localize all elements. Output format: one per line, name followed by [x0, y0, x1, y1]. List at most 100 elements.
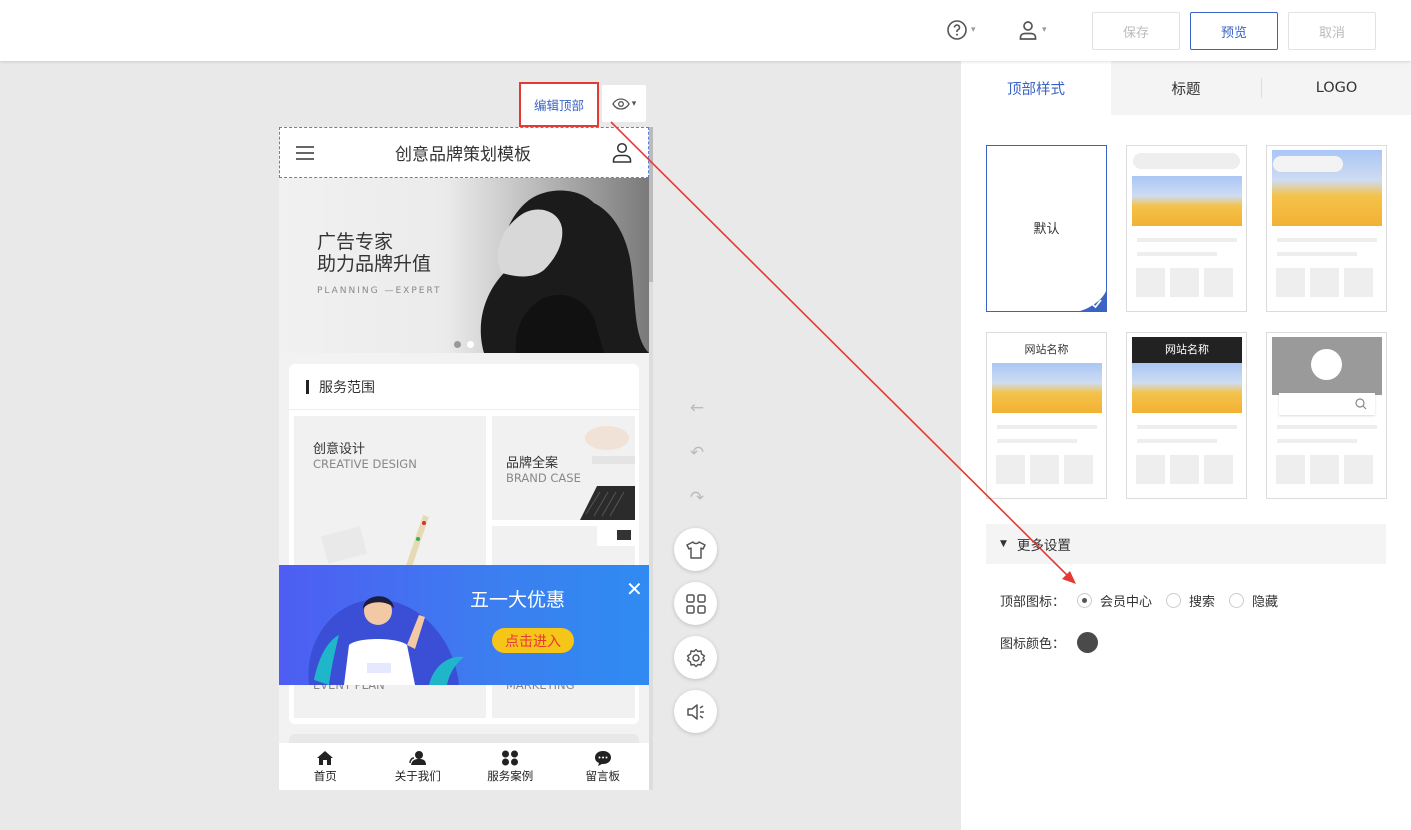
mini-box — [996, 455, 1025, 484]
question-circle-icon — [946, 19, 968, 41]
mini-box — [1344, 455, 1373, 484]
tab-header-style[interactable]: 顶部样式 — [961, 61, 1111, 115]
preview-button[interactable]: 预览 — [1190, 12, 1278, 50]
mini-line — [1277, 238, 1377, 242]
save-button[interactable]: 保存 — [1092, 12, 1180, 50]
hero-banner[interactable]: 广告专家 助力品牌升值 PLANNING —EXPERT — [279, 178, 649, 353]
mini-search-bar — [1273, 156, 1343, 172]
nav-label: 服务案例 — [487, 768, 534, 783]
banner-line-2: 助力品牌升值 — [317, 253, 432, 275]
mini-search-bar — [1279, 393, 1375, 415]
style-label: 默认 — [1033, 222, 1060, 237]
shirt-icon — [685, 540, 706, 559]
promo-illustration — [308, 596, 464, 685]
nav-cases[interactable]: 服务案例 — [464, 743, 557, 790]
modules-button[interactable] — [674, 582, 717, 625]
nav-home[interactable]: 首页 — [279, 743, 372, 790]
radio-circle[interactable] — [1077, 593, 1093, 608]
mini-box — [1136, 268, 1165, 297]
scrollbar-thumb[interactable] — [649, 127, 653, 282]
style-option-avatar[interactable] — [1266, 332, 1387, 499]
eye-icon — [611, 97, 630, 110]
color-swatch[interactable] — [1077, 632, 1099, 653]
nav-guestbook[interactable]: 留言板 — [557, 743, 650, 790]
theme-button[interactable] — [674, 528, 717, 571]
pagination-dot[interactable] — [454, 341, 461, 348]
mini-banner-image — [1132, 363, 1242, 413]
desk-image — [597, 526, 635, 546]
radio-circle[interactable] — [1229, 593, 1245, 608]
mini-box — [1204, 455, 1233, 484]
mini-box — [1204, 268, 1233, 297]
mini-box — [1064, 455, 1093, 484]
users-icon — [409, 750, 426, 765]
close-icon[interactable]: ✕ — [626, 579, 643, 599]
radio-circle[interactable] — [1166, 593, 1182, 608]
mini-box — [1310, 268, 1339, 297]
member-icon[interactable] — [612, 142, 632, 163]
announce-button[interactable] — [674, 690, 717, 733]
style-label: 网站名称 — [1132, 337, 1242, 363]
site-header[interactable]: 创意品牌策划模板 — [279, 127, 649, 178]
user-icon — [1017, 19, 1039, 41]
undo-icon[interactable]: ↶ — [687, 443, 707, 463]
mini-banner-image — [992, 363, 1102, 413]
tab-logo[interactable]: LOGO — [1262, 61, 1411, 115]
redo-icon[interactable]: ↷ — [687, 488, 707, 508]
pencil-image — [321, 515, 429, 567]
banner-line-1: 广告专家 — [317, 231, 394, 253]
radio-search[interactable]: 搜索 — [1166, 591, 1215, 610]
radio-label: 搜索 — [1189, 595, 1216, 610]
style-label: 网站名称 — [1024, 343, 1069, 356]
radio-label: 隐藏 — [1252, 595, 1279, 610]
nav-label: 留言板 — [585, 768, 621, 783]
pagination-dot-active[interactable] — [467, 341, 474, 348]
card-title: 创意设计 — [313, 442, 366, 457]
caret-down-icon: ▼ — [1000, 539, 1007, 549]
nav-about[interactable]: 关于我们 — [372, 743, 465, 790]
site-title: 创意品牌策划模板 — [395, 145, 531, 165]
user-menu[interactable]: ▾ — [1017, 19, 1047, 41]
service-card-brand[interactable]: 品牌全案 BRAND CASE — [492, 416, 635, 520]
megaphone-icon — [686, 703, 704, 720]
radio-member-center[interactable]: 会员中心 — [1077, 591, 1152, 610]
nav-label: 首页 — [313, 768, 337, 783]
style-option-site-name[interactable]: 网站名称 — [986, 332, 1107, 499]
edit-header-button[interactable]: 编辑顶部 — [519, 82, 599, 127]
radio-hide[interactable]: 隐藏 — [1229, 591, 1278, 610]
chevron-down-icon: ▾ — [631, 98, 637, 109]
mini-line — [1137, 238, 1237, 242]
settings-button[interactable] — [674, 636, 717, 679]
mini-line — [1137, 439, 1217, 443]
mini-line — [1137, 252, 1217, 256]
help-menu[interactable]: ▾ — [946, 19, 976, 41]
style-option-default[interactable]: 默认 — [986, 145, 1107, 312]
back-arrow-icon[interactable]: ← — [687, 398, 707, 418]
cancel-button[interactable]: 取消 — [1288, 12, 1376, 50]
setting-label: 顶部图标： — [1000, 595, 1066, 610]
style-option-site-name-dark[interactable]: 网站名称 — [1126, 332, 1247, 499]
chat-icon — [594, 750, 611, 766]
mini-line — [1277, 425, 1377, 429]
promo-popup[interactable]: 五一大优惠 点击进入 ✕ — [279, 565, 650, 685]
setting-label: 图标颜色： — [1000, 637, 1066, 652]
tab-title[interactable]: 标题 — [1111, 61, 1261, 115]
visibility-toggle[interactable]: ▾ — [602, 85, 646, 122]
banner-headline: 广告专家 助力品牌升值 — [317, 231, 431, 275]
promo-enter-button[interactable]: 点击进入 — [492, 628, 574, 653]
card-title: 品牌全案 — [506, 456, 559, 471]
more-settings-toggle[interactable]: ▼ 更多设置 — [986, 524, 1386, 564]
section-title: 服务范围 — [306, 377, 375, 397]
mini-avatar — [1311, 349, 1342, 380]
phone-scrollbar[interactable] — [649, 127, 653, 790]
mini-line — [997, 425, 1097, 429]
style-option-overlay-search[interactable] — [1266, 145, 1387, 312]
style-option-search-banner[interactable] — [1126, 145, 1247, 312]
card-subtitle: BRAND CASE — [506, 471, 581, 485]
settings-icon — [686, 648, 705, 667]
chevron-down-icon: ▾ — [971, 25, 976, 35]
divider — [289, 409, 639, 410]
menu-icon[interactable] — [296, 145, 314, 160]
mini-banner-image — [1132, 176, 1242, 226]
top-toolbar: ▾ ▾ 保存 预览 取消 — [0, 0, 1411, 61]
